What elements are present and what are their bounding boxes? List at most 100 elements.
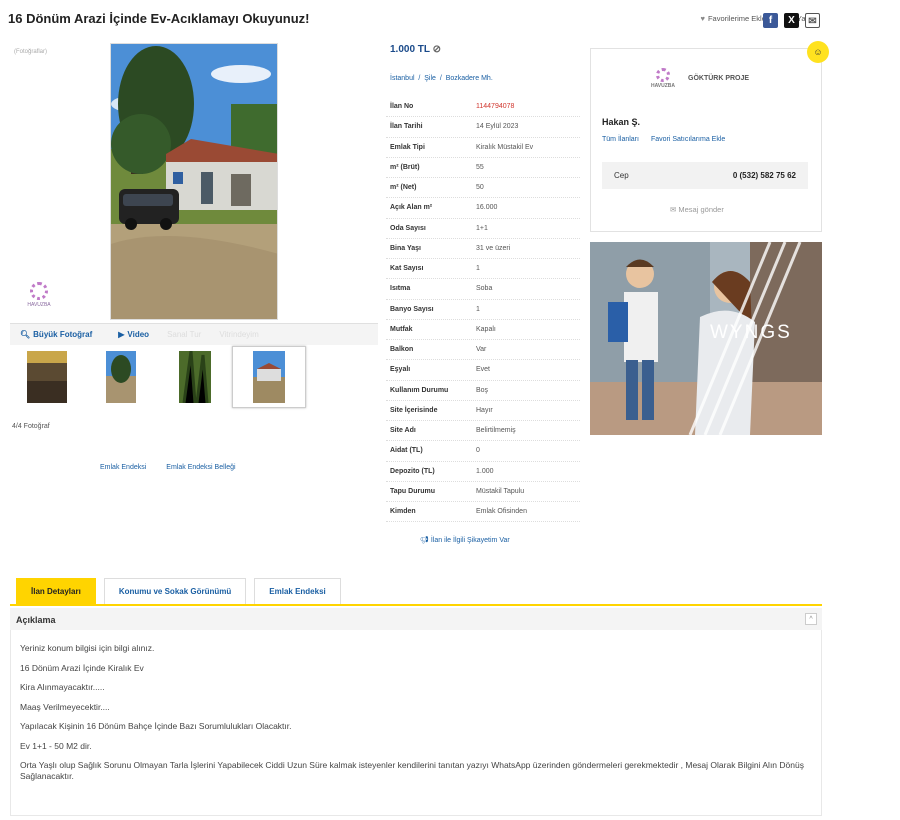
detail-value: Belirtilmemiş	[476, 427, 516, 435]
seller-logo[interactable]: HAVUZBA GÖKTÜRK PROJE	[650, 68, 749, 89]
watermark-logo-icon	[30, 282, 48, 300]
seller-links: Tüm İlanları Favori Satıcılarıma Ekle	[602, 136, 725, 143]
detail-value: 14 Eylül 2023	[476, 123, 519, 131]
detail-key: Depozito (TL)	[390, 467, 435, 475]
tab-emlak-index[interactable]: Emlak Endeksi	[254, 578, 341, 604]
detail-key: Isıtma	[390, 285, 411, 293]
tab-underline	[10, 604, 822, 606]
main-photo[interactable]	[110, 43, 278, 320]
x-share-icon[interactable]: X	[784, 13, 799, 28]
send-message-button[interactable]: ✉ Mesaj gönder	[670, 205, 724, 214]
detail-row: m² (Net) 50	[386, 178, 580, 199]
assistant-badge-icon[interactable]: ☺	[807, 41, 829, 63]
detail-row: Isıtma Soba	[386, 279, 580, 300]
detail-key: Aidat (TL)	[390, 447, 423, 455]
description-paragraph: Yeriniz konum bilgisi için bilgi alınız.	[20, 643, 155, 653]
breadcrumb-location: İstanbul / Şile / Bozkadere Mh.	[390, 75, 493, 82]
description-heading: Açıklama	[10, 608, 822, 630]
detail-key: Tapu Durumu	[390, 487, 435, 495]
detail-value: Evet	[476, 366, 491, 374]
detail-row: Site İçerisinde Hayır	[386, 401, 580, 421]
detail-row: Banyo Sayısı 1	[386, 300, 580, 320]
advertisement-banner[interactable]: WYNGS	[590, 242, 822, 435]
message-icon: ✉	[670, 205, 677, 214]
detail-value: 0	[476, 447, 480, 455]
phone-label: Cep	[614, 171, 629, 180]
location-neighborhood-link[interactable]: Bozkadere Mh.	[446, 75, 493, 82]
detail-row: Kat Sayısı 1	[386, 259, 580, 280]
page-title: 16 Dönüm Arazi İçinde Ev-Acıklamayı Okuy…	[8, 11, 310, 26]
detail-row: Tapu Durumu Müstakil Tapulu	[386, 482, 580, 502]
tab-listing-details[interactable]: İlan Detayları	[16, 578, 96, 604]
phone-number[interactable]: 0 (532) 582 75 62	[733, 171, 796, 180]
listing-tabs: İlan Detayları Konumu ve Sokak Görünümü …	[16, 578, 341, 604]
watermark-logo: HAVUZBA	[20, 282, 58, 308]
detail-value: 31 ve üzeri	[476, 244, 511, 252]
ad-brand-text: WYNGS	[710, 322, 792, 343]
detail-value: Hayır	[476, 406, 493, 414]
location-district-link[interactable]: Şile	[424, 75, 436, 82]
virtual-tour-button[interactable]: Sanal Tur	[167, 330, 201, 339]
description-paragraph: Yapılacak Kişinin 16 Dönüm Bahçe İçinde …	[20, 721, 292, 732]
detail-key: Kat Sayısı	[390, 265, 424, 273]
all-listings-link[interactable]: Tüm İlanları	[602, 136, 639, 143]
video-button[interactable]: ▶ Video	[118, 330, 149, 339]
description-paragraph: Kira Alınmayacaktır.....	[20, 682, 105, 693]
description-text: Yeriniz konum bilgisi için bilgi alınız.…	[20, 643, 810, 791]
detail-key: Kimden	[390, 508, 416, 516]
detail-row: Bina Yaşı 31 ve üzeri	[386, 239, 580, 259]
seller-name: Hakan Ş.	[602, 117, 641, 127]
complaint-link[interactable]: 📢︎ İlan ile İlgili Şikayetim Var	[420, 536, 510, 544]
showcase-button[interactable]: Vitrindeyim	[219, 330, 258, 339]
phone-box: Cep 0 (532) 582 75 62	[602, 162, 808, 189]
thumbnail-1[interactable]	[10, 346, 84, 408]
detail-value: 1+1	[476, 224, 488, 232]
seller-logo-icon	[656, 68, 670, 82]
tab-location-street-view[interactable]: Konumu ve Sokak Görünümü	[103, 578, 247, 604]
collapse-icon[interactable]: ^	[805, 613, 817, 625]
thumbnail-2[interactable]	[84, 346, 158, 408]
detail-key: Balkon	[390, 346, 414, 354]
currency-convert-icon[interactable]: ⊘	[433, 44, 441, 55]
description-paragraph: Maaş Verilmeyecektir....	[20, 701, 110, 712]
detail-row: Balkon Var	[386, 340, 580, 361]
detail-value: 1144794078	[476, 103, 515, 111]
detail-key: İlan Tarihi	[390, 123, 423, 131]
detail-row: Eşyalı Evet	[386, 360, 580, 381]
detail-value: Müstakil Tapulu	[476, 487, 525, 495]
mail-share-icon[interactable]: ✉	[805, 13, 820, 28]
gallery-small-label: (Fotoğraflar)	[14, 49, 48, 55]
description-paragraph: 16 Dönüm Arazi İçinde Kiralık Ev	[20, 662, 144, 673]
emlak-index-memory-link[interactable]: Emlak Endeksi Belleği	[166, 464, 235, 471]
big-photo-button[interactable]: 🔍︎ Büyük Fotoğraf	[20, 330, 92, 339]
detail-row: İlan Tarihi 14 Eylül 2023	[386, 117, 580, 138]
listing-details-table: İlan No 1144794078 İlan Tarihi 14 Eylül 202…	[386, 97, 580, 523]
detail-value: Boş	[476, 386, 489, 394]
detail-key: Eşyalı	[390, 366, 411, 374]
play-icon: ▶	[118, 330, 125, 339]
thumbnail-4-selected[interactable]	[232, 346, 306, 408]
detail-key: Mutfak	[390, 325, 413, 333]
description-paragraph: Orta Yaşlı olup Sağlık Sorunu Olmayan Ta…	[20, 760, 804, 782]
detail-key: m² (Brüt)	[390, 163, 420, 171]
thumbnail-3[interactable]	[158, 346, 232, 408]
detail-key: Oda Sayısı	[390, 224, 426, 232]
share-buttons: f X ✉	[763, 13, 820, 28]
detail-key: m² (Net)	[390, 184, 417, 192]
add-favorites-link[interactable]: ♥ Favorilerime Ekle	[700, 14, 765, 24]
detail-row: Kullanım Durumu Boş	[386, 381, 580, 401]
detail-key: Site İçerisinde	[390, 406, 438, 414]
thumbnail-strip	[10, 346, 378, 426]
detail-row: Aidat (TL) 0	[386, 441, 580, 462]
emlak-index-link[interactable]: Emlak Endeksi	[100, 464, 146, 471]
detail-key: Banyo Sayısı	[390, 305, 434, 313]
detail-row: Mutfak Kapalı	[386, 320, 580, 340]
megaphone-icon: 📢︎	[420, 537, 429, 544]
location-city-link[interactable]: İstanbul	[390, 75, 415, 82]
detail-value: 50	[476, 184, 484, 192]
detail-value: Kapalı	[476, 325, 496, 333]
favorite-seller-link[interactable]: Favori Satıcılarıma Ekle	[651, 136, 725, 143]
detail-value: 55	[476, 163, 484, 171]
facebook-share-icon[interactable]: f	[763, 13, 778, 28]
detail-key: İlan No	[390, 103, 414, 111]
